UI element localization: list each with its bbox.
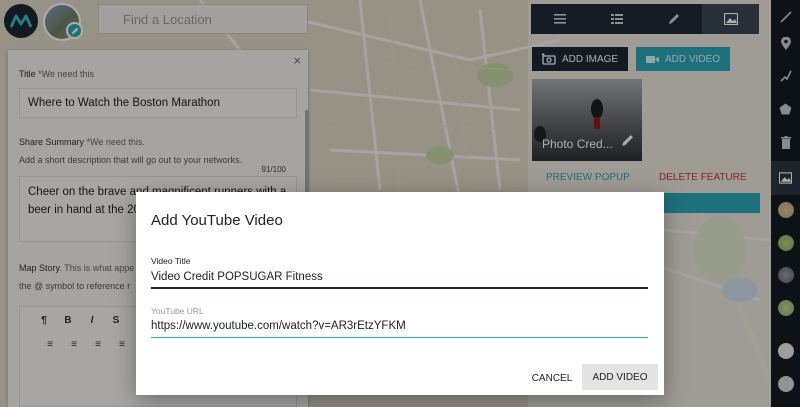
dialog-title: Add YouTube Video [151, 212, 283, 229]
video-title-label: Video Title [151, 256, 191, 266]
add-video-confirm-button[interactable]: ADD VIDEO [582, 364, 658, 390]
video-title-input[interactable]: Video Credit POPSUGAR Fitness [151, 267, 648, 289]
youtube-url-value: https://www.youtube.com/watch?v=AR3rEtzY… [151, 320, 406, 332]
youtube-url-label: YouTube URL [151, 306, 204, 316]
add-youtube-video-dialog: Add YouTube Video Video Title Video Cred… [136, 192, 664, 395]
youtube-url-input[interactable]: https://www.youtube.com/watch?v=AR3rEtzY… [151, 316, 648, 338]
cancel-button[interactable]: CANCEL [524, 366, 580, 390]
video-title-value: Video Credit POPSUGAR Fitness [151, 271, 323, 283]
